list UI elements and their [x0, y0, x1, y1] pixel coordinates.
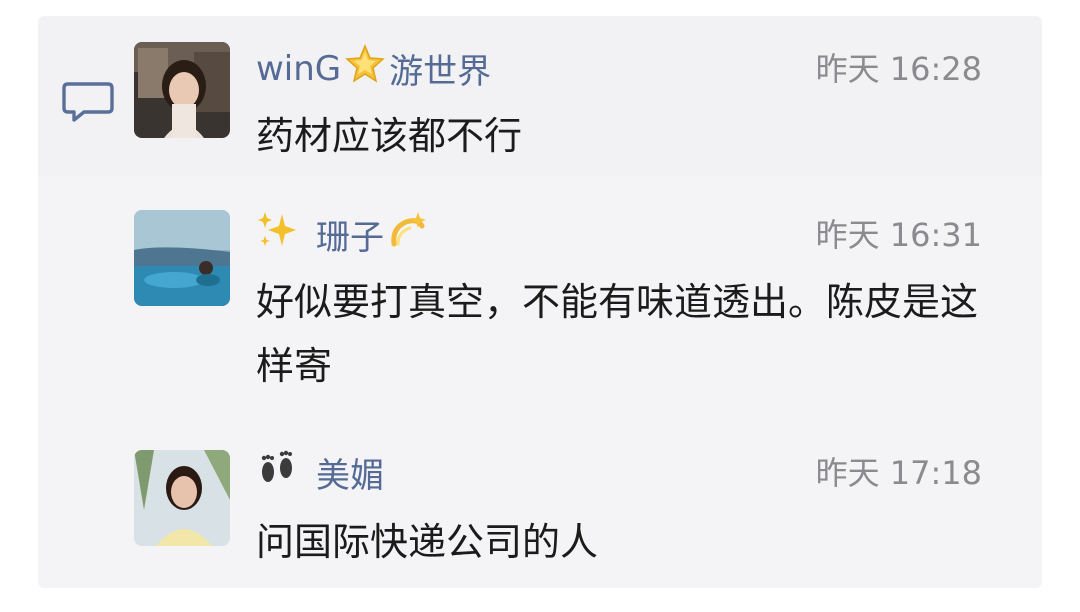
footprints-icon	[256, 448, 300, 497]
timestamp: 昨天 16:28	[815, 50, 982, 88]
comment-text[interactable]: 问国际快递公司的人	[256, 510, 996, 574]
glowing-star-icon	[345, 44, 385, 93]
username-prefix: winG	[256, 48, 342, 89]
comment-text[interactable]: 好似要打真空，不能有味道透出。陈皮是这样寄	[256, 270, 996, 398]
sparkles-icon	[256, 210, 300, 259]
dizzy-icon	[388, 210, 428, 259]
timestamp: 昨天 17:18	[815, 454, 982, 492]
comment-text[interactable]: 药材应该都不行	[256, 104, 996, 168]
username-suffix: 游世界	[389, 52, 492, 92]
avatar[interactable]	[134, 210, 230, 306]
username[interactable]: 美媚	[256, 448, 384, 497]
username-text: 美媚	[316, 456, 384, 496]
username[interactable]: 珊子	[256, 210, 432, 259]
username[interactable]: winG 游世界	[256, 44, 491, 93]
avatar[interactable]	[134, 42, 230, 138]
avatar[interactable]	[134, 450, 230, 546]
timestamp: 昨天 16:31	[815, 216, 982, 254]
comment-bubble-icon[interactable]	[62, 80, 114, 124]
username-text: 珊子	[316, 218, 384, 258]
